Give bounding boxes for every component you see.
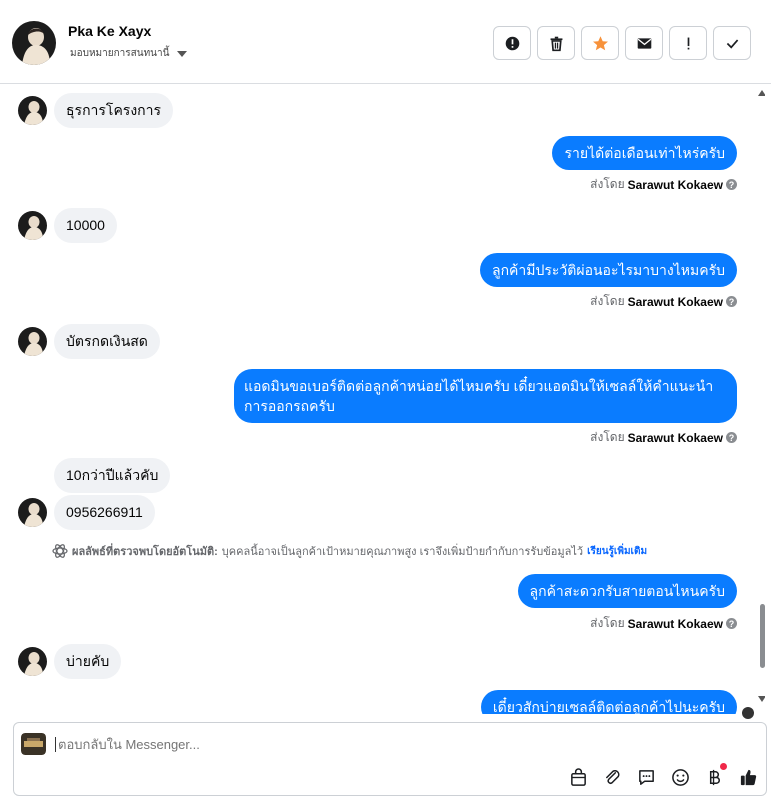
scrollbar-thumb[interactable]: [760, 604, 765, 668]
incoming-message-row: 10000: [18, 208, 117, 243]
follow-up-button[interactable]: [669, 26, 707, 60]
contact-avatar-small: [18, 327, 47, 356]
attach-button[interactable]: [602, 767, 622, 787]
sent-by-agent: Sarawut Kokaew: [627, 616, 723, 631]
message-thread[interactable]: ธุรการโครงการ รายได้ต่อเดือนเท่าไหร่ครับ…: [0, 84, 765, 714]
check-icon: [726, 39, 738, 49]
trash-icon: [550, 36, 562, 51]
like-button[interactable]: [738, 767, 758, 787]
sent-by-label: ส่งโดย Sarawut Kokaew ?: [590, 428, 737, 447]
incoming-message-row: 10กว่าปีแล้วคับ: [18, 458, 171, 493]
learn-more-link[interactable]: เรียนรู้เพิ่มเติม: [587, 544, 647, 559]
shop-bag-icon: [570, 767, 586, 786]
header-actions: [493, 26, 751, 60]
saved-reply-icon: [638, 769, 654, 785]
sent-by-prefix: ส่งโดย: [590, 430, 625, 444]
envelope-icon: [637, 37, 651, 49]
incoming-message-row: บ่ายคับ: [18, 644, 122, 679]
baht-icon: [709, 769, 720, 785]
incoming-message-row: ธุรการโครงการ: [18, 93, 174, 128]
conversation-header: Pka Ke Xayx มอบหมายการสนทนานี้: [0, 0, 771, 84]
auto-note-title: ผลลัพธ์ที่ตรวจพบโดยอัตโนมัติ:: [72, 546, 218, 558]
outgoing-message-row: เดี๋ยวสักบ่ายเซลล์ติดต่อลูกค้าไปนะครับ: [480, 690, 737, 714]
reply-input[interactable]: [55, 737, 455, 752]
paperclip-icon: [605, 769, 619, 784]
assign-conversation-dropdown[interactable]: มอบหมายการสนทนานี้: [70, 46, 188, 61]
contact-name: Pka Ke Xayx: [68, 23, 152, 39]
incoming-message[interactable]: 0956266911: [54, 495, 155, 530]
contact-avatar-small: [18, 211, 47, 240]
alert-circle-icon: [505, 36, 519, 50]
sent-by-prefix: ส่งโดย: [590, 294, 625, 308]
contact-avatar-small: [18, 498, 47, 527]
sent-by-agent: Sarawut Kokaew: [627, 177, 723, 192]
composer-tools: [568, 763, 758, 787]
reply-composer: [13, 722, 767, 796]
incoming-message[interactable]: ธุรการโครงการ: [54, 93, 174, 128]
outgoing-message-row: ลูกค้ามีประวัติผ่อนอะไรมาบางไหมครับ: [479, 253, 737, 287]
auto-note-text: บุคคลนี้อาจเป็นลูกค้าเป้าหมายคุณภาพสูง เ…: [221, 546, 584, 558]
saved-reply-button[interactable]: [636, 767, 656, 787]
page-avatar: [21, 733, 46, 755]
outgoing-message-row: ลูกค้าสะดวกรับสายตอนไหนครับ: [517, 574, 737, 608]
emoji-button[interactable]: [670, 767, 690, 787]
thumbs-up-icon: [740, 769, 756, 785]
contact-avatar[interactable]: [12, 21, 56, 65]
seen-avatar-icon: [742, 707, 754, 719]
outgoing-message[interactable]: ลูกค้ามีประวัติผ่อนอะไรมาบางไหมครับ: [479, 253, 737, 287]
mark-done-button[interactable]: [713, 26, 751, 60]
mark-unread-button[interactable]: [625, 26, 663, 60]
help-icon[interactable]: ?: [726, 432, 737, 443]
star-icon: [592, 35, 608, 50]
scroll-up-arrow-icon[interactable]: [758, 90, 765, 96]
outgoing-message-row: แอดมินขอเบอร์ติดต่อลูกค้าหน่อยได้ไหมครับ…: [234, 369, 737, 423]
emoji-icon: [671, 768, 689, 786]
contact-avatar-small: [18, 647, 47, 676]
incoming-message[interactable]: บ่ายคับ: [54, 644, 122, 679]
exclamation-icon: [687, 37, 689, 49]
incoming-message[interactable]: 10000: [54, 208, 117, 243]
help-icon[interactable]: ?: [726, 179, 737, 190]
sent-by-agent: Sarawut Kokaew: [627, 294, 723, 309]
incoming-message[interactable]: 10กว่าปีแล้วคับ: [54, 458, 171, 493]
caret-down-icon: [177, 50, 188, 57]
sent-by-label: ส่งโดย Sarawut Kokaew ?: [590, 292, 737, 311]
assign-label: มอบหมายการสนทนานี้: [70, 48, 170, 59]
incoming-message-row: บัตรกดเงินสด: [18, 324, 160, 359]
sent-by-prefix: ส่งโดย: [590, 177, 625, 191]
sent-by-agent: Sarawut Kokaew: [627, 430, 723, 445]
notification-dot: [720, 763, 727, 770]
outgoing-message[interactable]: แอดมินขอเบอร์ติดต่อลูกค้าหน่อยได้ไหมครับ…: [234, 369, 737, 423]
auto-detected-note: ผลลัพธ์ที่ตรวจพบโดยอัตโนมัติ: บุคคลนี้อา…: [52, 542, 647, 560]
scroll-down-arrow-icon[interactable]: [758, 696, 765, 702]
outgoing-message-row: รายได้ต่อเดือนเท่าไหร่ครับ: [552, 136, 737, 170]
help-icon[interactable]: ?: [726, 618, 737, 629]
mark-spam-button[interactable]: [493, 26, 531, 60]
outgoing-message[interactable]: รายได้ต่อเดือนเท่าไหร่ครับ: [552, 136, 737, 170]
delete-button[interactable]: [537, 26, 575, 60]
outgoing-message[interactable]: ลูกค้าสะดวกรับสายตอนไหนครับ: [517, 574, 737, 608]
sent-by-label: ส่งโดย Sarawut Kokaew ?: [590, 175, 737, 194]
atom-icon: [52, 544, 68, 558]
contact-avatar-small: [18, 96, 47, 125]
sent-by-prefix: ส่งโดย: [590, 616, 625, 630]
incoming-message[interactable]: บัตรกดเงินสด: [54, 324, 160, 359]
help-icon[interactable]: ?: [726, 296, 737, 307]
sent-by-label: ส่งโดย Sarawut Kokaew ?: [590, 614, 737, 633]
outgoing-message[interactable]: เดี๋ยวสักบ่ายเซลล์ติดต่อลูกค้าไปนะครับ: [480, 690, 737, 714]
payment-button[interactable]: [704, 763, 727, 787]
incoming-message-row: 0956266911: [18, 495, 155, 530]
star-button[interactable]: [581, 26, 619, 60]
shop-button[interactable]: [568, 767, 588, 787]
